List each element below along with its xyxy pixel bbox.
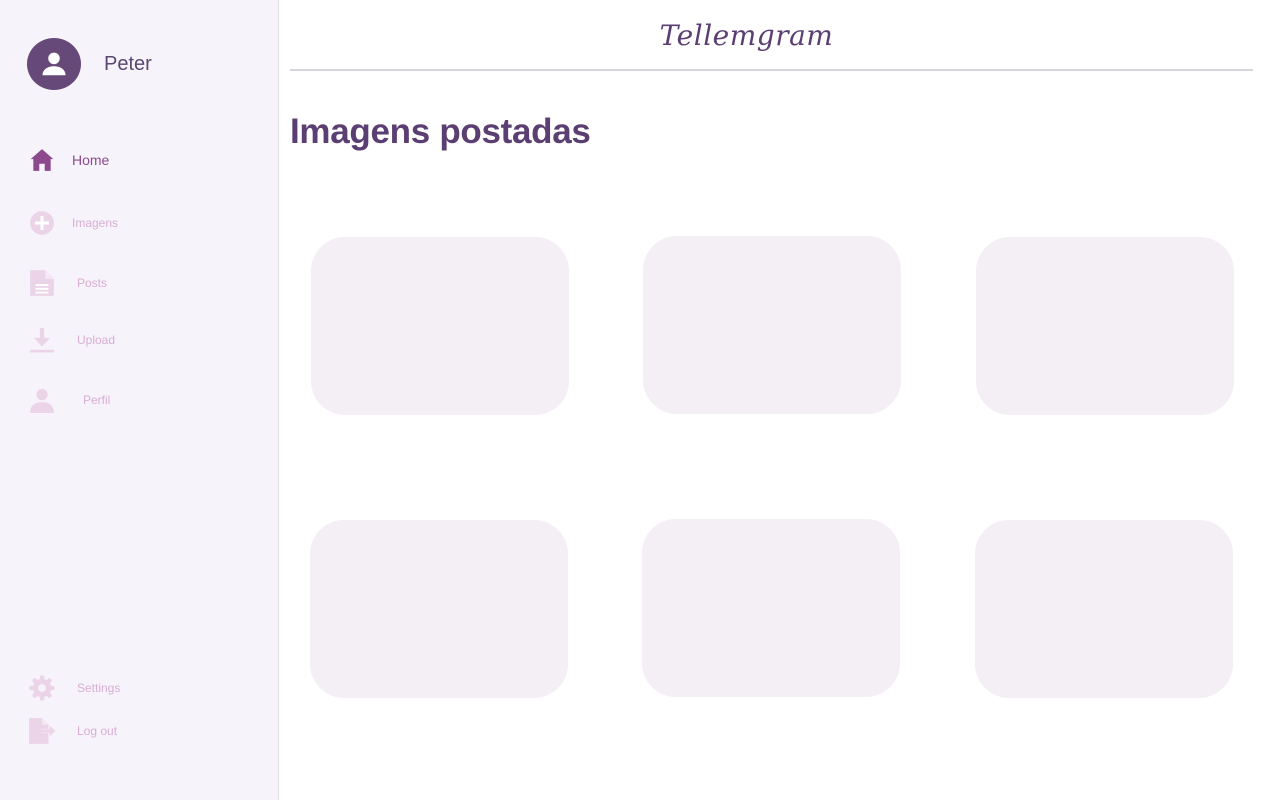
- sidebar-item-posts[interactable]: Posts: [28, 268, 107, 298]
- username: Peter: [104, 52, 152, 75]
- person-icon: [28, 386, 56, 414]
- user-profile: Peter: [27, 38, 152, 90]
- sidebar-item-imagens[interactable]: Imagens: [28, 208, 118, 238]
- image-card[interactable]: [643, 236, 901, 414]
- sidebar-item-logout[interactable]: Log out: [28, 716, 117, 746]
- add-circle-icon: [28, 209, 56, 237]
- image-card[interactable]: [976, 237, 1234, 415]
- sidebar-item-label: Posts: [77, 276, 108, 290]
- brand-logo[interactable]: Tellemgram: [660, 19, 834, 52]
- home-icon: [28, 146, 56, 174]
- sidebar-item-perfil[interactable]: Perfil: [28, 385, 110, 415]
- sidebar-item-label: Imagens: [72, 216, 119, 230]
- download-icon: [28, 326, 56, 354]
- sidebar-item-label: Settings: [77, 681, 121, 695]
- gear-icon: [28, 674, 56, 702]
- image-card[interactable]: [975, 520, 1233, 698]
- sidebar-item-label: Perfil: [83, 393, 111, 407]
- logout-icon: [28, 717, 56, 745]
- app-root: Peter Home Imagens Posts Upload Perfil S…: [0, 0, 1280, 800]
- page-title: Imagens postadas: [290, 112, 591, 151]
- user-avatar-icon: [42, 52, 66, 76]
- image-card[interactable]: [310, 520, 568, 698]
- avatar[interactable]: [27, 38, 81, 90]
- sidebar-item-upload[interactable]: Upload: [28, 325, 115, 355]
- sidebar-item-settings[interactable]: Settings: [28, 673, 120, 703]
- sidebar-item-label: Log out: [77, 724, 118, 738]
- sidebar-item-label: Upload: [77, 333, 116, 347]
- sidebar-item-label: Home: [72, 152, 110, 168]
- sidebar: Peter Home Imagens Posts Upload Perfil S…: [0, 0, 279, 800]
- image-card[interactable]: [642, 519, 900, 697]
- sidebar-item-home[interactable]: Home: [28, 145, 109, 175]
- top-header: Tellemgram: [290, 0, 1253, 71]
- image-card[interactable]: [311, 237, 569, 415]
- document-icon: [28, 269, 56, 297]
